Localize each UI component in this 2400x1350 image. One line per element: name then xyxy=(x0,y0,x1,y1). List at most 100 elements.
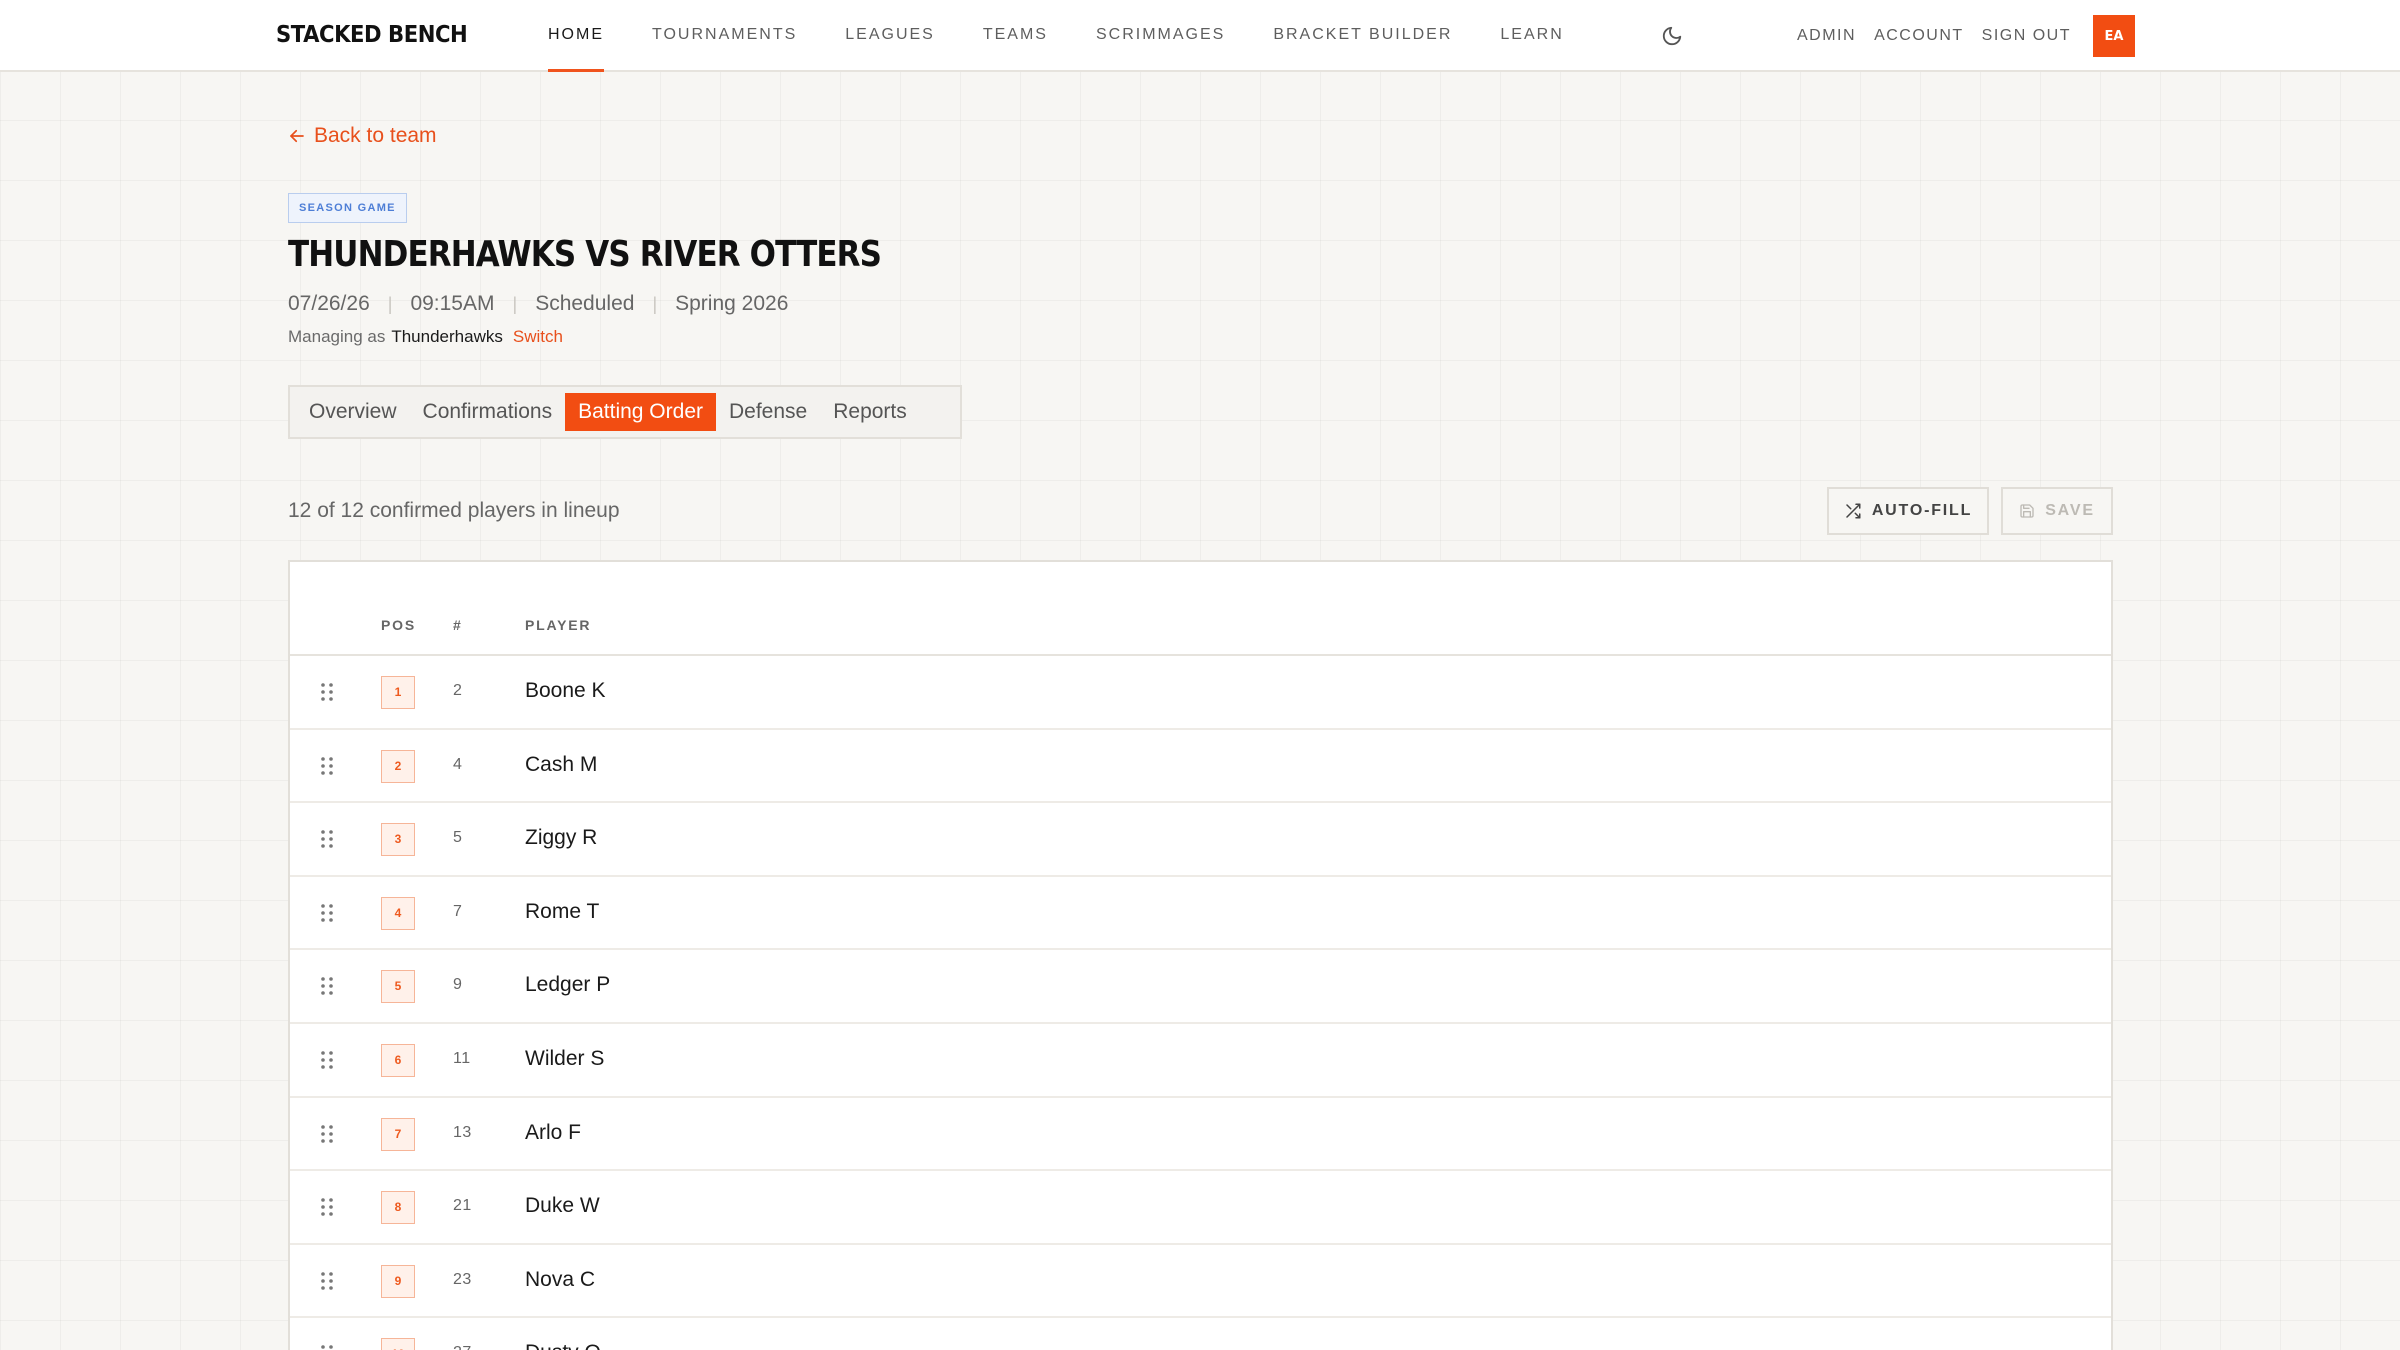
jersey-number: 27 xyxy=(453,1344,472,1350)
admin-link[interactable]: Admin xyxy=(1797,27,1856,45)
batting-position-badge: 9 xyxy=(381,1264,415,1298)
batting-position-badge: 5 xyxy=(381,970,415,1004)
player-name: Nova C xyxy=(525,1267,596,1291)
nav-scrimmages[interactable]: Scrimmages xyxy=(1096,0,1225,72)
account-link[interactable]: Account xyxy=(1874,27,1964,45)
table-row[interactable]: 7 13 Arlo F xyxy=(290,1098,2111,1172)
nav-home[interactable]: Home xyxy=(548,0,604,72)
column-header-number: # xyxy=(453,617,463,633)
sign-out-link[interactable]: Sign Out xyxy=(1982,27,2071,45)
player-name: Wilder S xyxy=(525,1046,605,1070)
player-name: Dusty O xyxy=(525,1341,601,1350)
table-row[interactable]: 2 4 Cash M xyxy=(290,730,2111,804)
drag-handle-icon[interactable] xyxy=(320,1344,334,1350)
managing-as: Managing as Thunderhawks Switch xyxy=(288,327,563,347)
game-time: 09:15AM xyxy=(410,292,495,315)
drag-handle-icon[interactable] xyxy=(320,1050,334,1070)
jersey-number: 2 xyxy=(453,682,463,699)
game-status: Scheduled xyxy=(535,292,635,315)
game-type-badge: Season Game xyxy=(288,193,407,223)
tab-defense[interactable]: Defense xyxy=(716,393,820,431)
batting-position-badge: 4 xyxy=(381,896,415,930)
game-season: Spring 2026 xyxy=(675,292,789,315)
table-header: Pos # Player xyxy=(290,562,2111,656)
nav-teams[interactable]: Teams xyxy=(983,0,1048,72)
jersey-number: 7 xyxy=(453,902,463,920)
tab-overview[interactable]: Overview xyxy=(296,393,410,431)
player-name: Boone K xyxy=(525,679,606,702)
nav-bracket-builder[interactable]: Bracket Builder xyxy=(1273,0,1452,72)
table-row[interactable]: 8 21 Duke W xyxy=(290,1171,2111,1245)
switch-team-link[interactable]: Switch xyxy=(513,327,563,346)
jersey-number: 23 xyxy=(453,1270,472,1288)
drag-handle-icon[interactable] xyxy=(320,756,334,776)
back-to-team-link[interactable]: Back to team xyxy=(288,124,437,148)
column-header-pos: Pos xyxy=(381,617,416,633)
meta-divider: | xyxy=(652,293,658,314)
nav-leagues[interactable]: Leagues xyxy=(845,0,935,72)
drag-handle-icon[interactable] xyxy=(320,1197,334,1217)
player-name: Cash M xyxy=(525,752,598,776)
meta-divider: | xyxy=(387,293,393,314)
drag-handle-icon[interactable] xyxy=(320,1124,334,1144)
user-avatar[interactable]: EA xyxy=(2093,15,2136,57)
game-tabs: Overview Confirmations Batting Order Def… xyxy=(288,385,962,439)
table-row[interactable]: 5 9 Ledger P xyxy=(290,950,2111,1024)
theme-toggle-button[interactable] xyxy=(1658,22,1686,50)
tab-confirmations[interactable]: Confirmations xyxy=(410,393,566,431)
game-meta: 07/26/26 | 09:15AM | Scheduled | Spring … xyxy=(288,292,788,316)
main-nav: Home Tournaments Leagues Teams Scrimmage… xyxy=(548,0,1612,72)
jersey-number: 11 xyxy=(453,1049,471,1067)
managing-team: Thunderhawks xyxy=(391,327,503,346)
batting-position-badge: 3 xyxy=(381,823,415,857)
managing-prefix: Managing as xyxy=(288,327,386,346)
meta-divider: | xyxy=(512,293,518,314)
tab-batting-order[interactable]: Batting Order xyxy=(565,393,716,431)
save-button[interactable]: Save xyxy=(2001,487,2113,535)
table-row[interactable]: 9 23 Nova C xyxy=(290,1245,2111,1319)
batting-position-badge: 1 xyxy=(381,676,415,709)
auto-fill-label: Auto-Fill xyxy=(1871,502,1973,519)
table-row[interactable]: 1 2 Boone K xyxy=(290,656,2111,730)
drag-handle-icon[interactable] xyxy=(320,976,334,996)
save-label: Save xyxy=(2045,502,2095,519)
nav-learn[interactable]: Learn xyxy=(1500,0,1563,72)
shuffle-icon xyxy=(1846,503,1861,519)
player-name: Rome T xyxy=(525,899,600,923)
drag-handle-icon[interactable] xyxy=(320,682,334,702)
table-row[interactable]: 10 27 Dusty O xyxy=(290,1318,2111,1350)
drag-handle-icon[interactable] xyxy=(320,903,334,923)
drag-handle-icon[interactable] xyxy=(320,1271,334,1291)
save-icon xyxy=(2020,504,2034,518)
player-name: Ledger P xyxy=(525,973,611,997)
table-row[interactable]: 4 7 Rome T xyxy=(290,877,2111,951)
auto-fill-button[interactable]: Auto-Fill xyxy=(1827,487,1989,535)
account-links: Admin Account Sign Out EA xyxy=(1797,0,2136,72)
nav-tournaments[interactable]: Tournaments xyxy=(652,0,797,72)
arrow-left-icon xyxy=(290,129,304,143)
game-date: 07/26/26 xyxy=(288,292,370,315)
player-name: Ziggy R xyxy=(525,826,598,850)
back-link-label: Back to team xyxy=(314,124,437,147)
player-name: Duke W xyxy=(525,1194,600,1218)
table-row[interactable]: 3 5 Ziggy R xyxy=(290,803,2111,877)
column-header-player: Player xyxy=(525,617,592,633)
lineup-summary: 12 of 12 confirmed players in lineup xyxy=(288,499,620,522)
table-row[interactable]: 6 11 Wilder S xyxy=(290,1024,2111,1098)
batting-order-table: Pos # Player 1 2 Boone K 2 4 Cash M 3 5 … xyxy=(288,560,2113,1350)
app-logo[interactable]: STACKED BENCH xyxy=(276,22,468,48)
page-title: Thunderhawks vs River Otters xyxy=(288,234,882,275)
table-body: 1 2 Boone K 2 4 Cash M 3 5 Ziggy R 4 7 R… xyxy=(290,656,2111,1350)
jersey-number: 9 xyxy=(453,976,463,994)
drag-handle-icon[interactable] xyxy=(320,829,334,849)
moon-icon xyxy=(1662,26,1682,46)
batting-position-badge: 2 xyxy=(381,749,415,783)
tab-reports[interactable]: Reports xyxy=(820,393,920,431)
jersey-number: 4 xyxy=(453,755,463,773)
jersey-number: 21 xyxy=(453,1197,472,1215)
batting-position-badge: 10 xyxy=(381,1338,415,1350)
player-name: Arlo F xyxy=(525,1120,582,1144)
batting-position-badge: 8 xyxy=(381,1191,415,1225)
batting-position-badge: 6 xyxy=(381,1043,415,1077)
batting-position-badge: 7 xyxy=(381,1117,415,1151)
